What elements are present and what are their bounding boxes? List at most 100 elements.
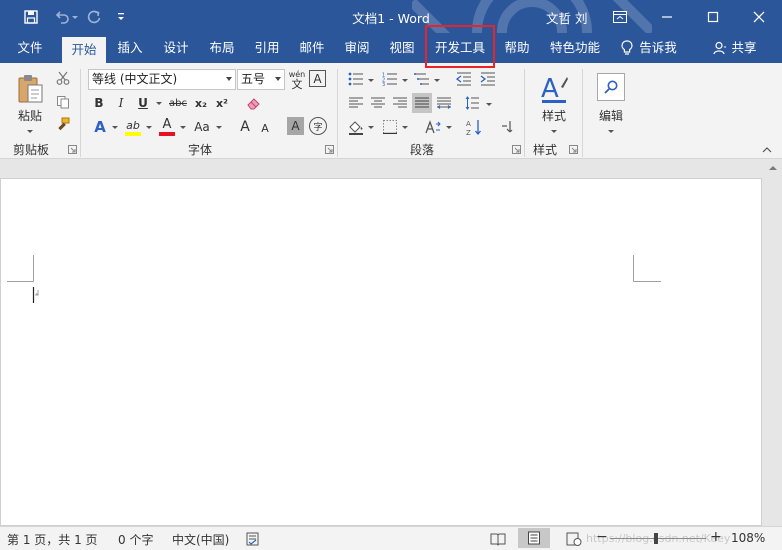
chevron-down-icon[interactable] xyxy=(402,126,408,129)
paragraph-launcher-icon[interactable] xyxy=(512,145,521,154)
text-effects-button[interactable]: A xyxy=(90,116,110,138)
paintbrush-icon xyxy=(58,117,70,131)
page-count[interactable]: 第 1 页，共 1 页 xyxy=(7,531,98,548)
clear-formatting-button[interactable] xyxy=(244,93,264,113)
font-launcher-icon[interactable] xyxy=(325,145,334,154)
scroll-up-button[interactable] xyxy=(764,159,782,177)
italic-button[interactable]: I xyxy=(112,93,130,113)
character-border-button[interactable]: A xyxy=(309,70,326,87)
chevron-down-icon xyxy=(27,130,33,133)
copy-button[interactable] xyxy=(53,93,73,111)
multilevel-list-button[interactable] xyxy=(412,69,432,89)
minimize-button[interactable] xyxy=(644,0,690,33)
align-center-button[interactable] xyxy=(368,93,388,113)
collapse-ribbon-button[interactable] xyxy=(760,145,774,155)
document-page[interactable] xyxy=(0,178,762,526)
tab-home[interactable]: 开始 xyxy=(62,37,106,63)
chevron-down-icon[interactable] xyxy=(180,126,186,129)
chinese-layout-button[interactable] xyxy=(422,116,444,138)
increase-indent-button[interactable] xyxy=(478,69,498,89)
font-name-combo[interactable]: 等线 (中文正文) xyxy=(88,69,236,90)
text-highlight-button[interactable]: ab xyxy=(122,116,144,138)
align-right-button[interactable] xyxy=(390,93,410,113)
chevron-down-icon[interactable] xyxy=(434,79,440,82)
font-color-button[interactable]: A xyxy=(156,116,178,138)
eraser-icon xyxy=(247,98,260,110)
print-layout-button[interactable] xyxy=(518,528,550,548)
paste-button[interactable]: 粘贴 xyxy=(8,69,52,137)
chevron-down-icon[interactable] xyxy=(156,102,162,105)
close-button[interactable] xyxy=(736,0,782,33)
styles-launcher-icon[interactable] xyxy=(569,145,578,154)
numbering-button[interactable]: 1 2 3 xyxy=(380,69,400,89)
zoom-slider-track[interactable] xyxy=(610,538,706,539)
zoom-level[interactable]: 108% xyxy=(731,531,765,545)
enclose-characters-button[interactable]: 字 xyxy=(309,117,327,135)
bold-button[interactable]: B xyxy=(90,93,108,113)
web-layout-icon[interactable] xyxy=(566,532,582,546)
tab-review[interactable]: 审阅 xyxy=(338,33,376,63)
superscript-button[interactable]: x² xyxy=(213,93,231,113)
chevron-down-icon[interactable] xyxy=(216,126,222,129)
distributed-button[interactable] xyxy=(434,93,454,113)
tab-mailings[interactable]: 邮件 xyxy=(293,33,331,63)
proofing-icon[interactable] xyxy=(246,532,260,546)
close-icon xyxy=(753,11,765,22)
tab-file[interactable]: 文件 xyxy=(8,33,52,63)
character-shading-button[interactable]: A xyxy=(287,117,304,135)
editing-button[interactable]: 编辑 xyxy=(590,69,632,137)
chevron-down-icon[interactable] xyxy=(446,126,452,129)
highlight-color-bar xyxy=(125,131,141,136)
tab-help[interactable]: 帮助 xyxy=(498,33,536,63)
bullets-button[interactable] xyxy=(346,69,366,89)
clipboard-launcher-icon[interactable] xyxy=(68,145,77,154)
decrease-indent-button[interactable] xyxy=(454,69,474,89)
underline-button[interactable]: U xyxy=(134,93,152,113)
subscript-button[interactable]: x₂ xyxy=(192,93,210,113)
ribbon-display-options-button[interactable] xyxy=(597,0,643,33)
maximize-button[interactable] xyxy=(690,0,736,33)
sort-button[interactable]: A Z xyxy=(464,116,486,138)
tell-me-box[interactable]: 告诉我 xyxy=(614,33,684,63)
chevron-down-icon[interactable] xyxy=(146,126,152,129)
word-count[interactable]: 0 个字 xyxy=(118,531,153,548)
strikethrough-button[interactable]: abc xyxy=(166,93,190,113)
font-size-combo[interactable]: 五号 xyxy=(237,69,285,90)
tab-insert[interactable]: 插入 xyxy=(111,33,149,63)
justify-button[interactable] xyxy=(412,93,432,113)
line-spacing-button[interactable] xyxy=(462,93,482,113)
cut-button[interactable] xyxy=(53,69,73,87)
show-hide-marks-button[interactable] xyxy=(497,116,517,138)
tab-references[interactable]: 引用 xyxy=(248,33,286,63)
tab-view[interactable]: 视图 xyxy=(383,33,421,63)
increase-indent-icon xyxy=(480,72,495,86)
language-indicator[interactable]: 中文(中国) xyxy=(172,531,229,548)
chevron-down-icon[interactable] xyxy=(402,79,408,82)
phonetic-guide-button[interactable]: wén 文 xyxy=(287,69,307,91)
tab-layout[interactable]: 布局 xyxy=(203,33,241,63)
shrink-font-button[interactable]: A xyxy=(257,118,273,138)
styles-button[interactable]: A 样式 xyxy=(532,69,576,137)
ribbon-home: 粘贴 剪贴板 等线 (中文正文) 五号 wén 文 A B I U abc x₂… xyxy=(0,63,782,159)
chevron-down-icon xyxy=(275,77,281,81)
align-left-button[interactable] xyxy=(346,93,366,113)
zoom-slider-thumb[interactable] xyxy=(654,533,658,544)
format-painter-button[interactable] xyxy=(53,115,73,133)
chevron-down-icon[interactable] xyxy=(486,103,492,106)
svg-text:3: 3 xyxy=(382,82,385,86)
borders-button[interactable] xyxy=(380,116,400,138)
tab-special-features[interactable]: 特色功能 xyxy=(543,33,607,63)
change-case-button[interactable]: Aa xyxy=(190,116,214,138)
zoom-out-button[interactable]: − xyxy=(596,529,608,545)
user-name[interactable]: 文哲 刘 xyxy=(546,8,587,27)
chevron-down-icon[interactable] xyxy=(368,79,374,82)
chevron-down-icon[interactable] xyxy=(112,126,118,129)
phonetic-char-label: 文 xyxy=(291,77,303,91)
tab-design[interactable]: 设计 xyxy=(157,33,195,63)
chevron-down-icon[interactable] xyxy=(368,126,374,129)
grow-font-button[interactable]: A xyxy=(236,116,254,138)
zoom-in-button[interactable]: + xyxy=(710,529,722,545)
share-button[interactable]: 共享 xyxy=(708,33,762,63)
shading-button[interactable] xyxy=(346,116,366,138)
read-mode-icon[interactable] xyxy=(490,532,506,546)
